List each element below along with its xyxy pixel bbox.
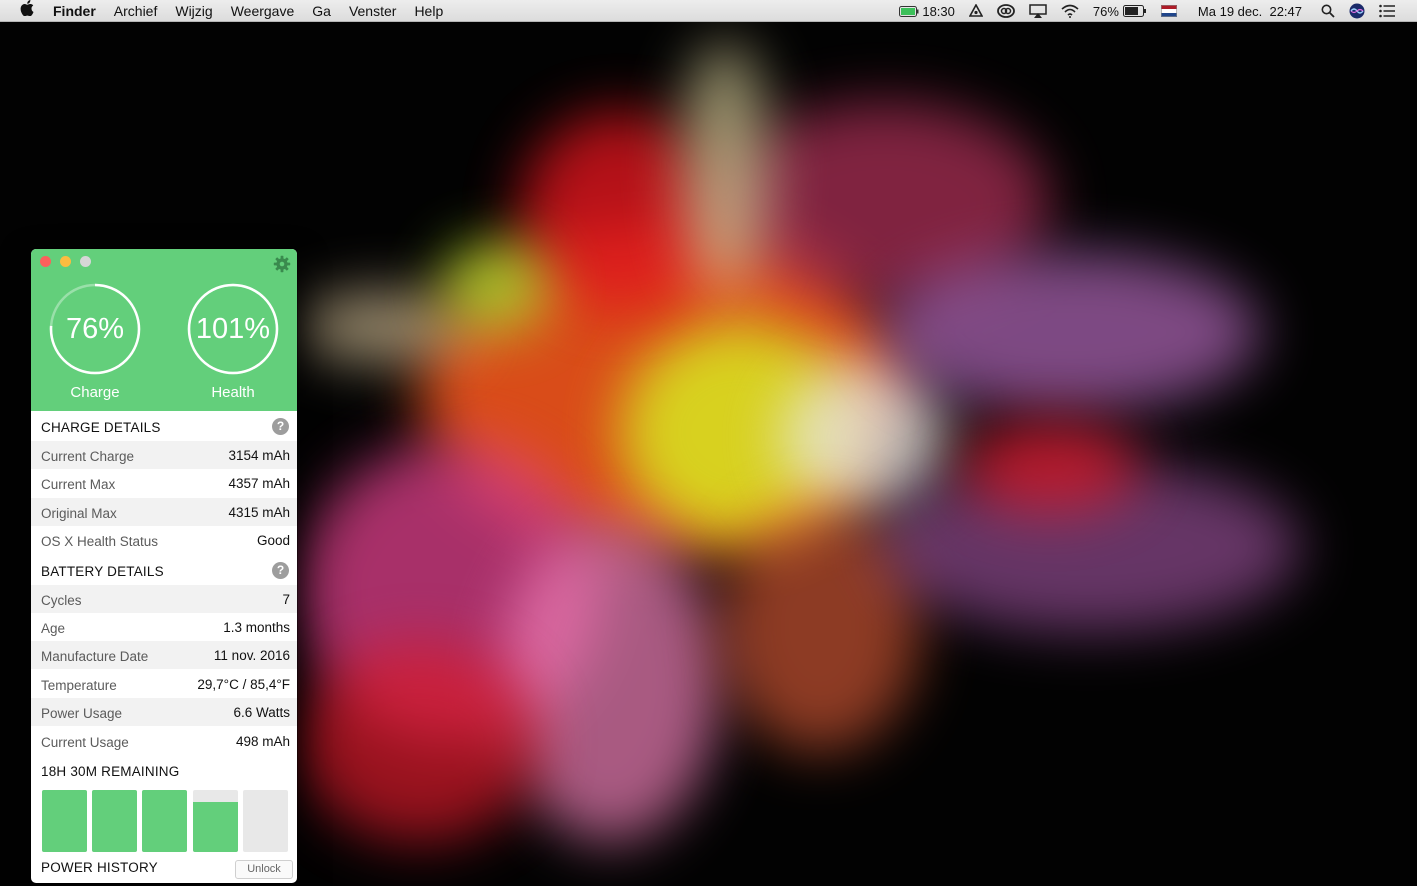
gear-icon[interactable] — [273, 255, 291, 278]
wifi-icon[interactable] — [1061, 0, 1079, 22]
detail-value: 29,7°C / 85,4°F — [197, 677, 290, 692]
bar-fill — [92, 790, 137, 852]
battery-app-window: 76% Charge 101% Health CHARGE DETAILS ? … — [31, 249, 297, 883]
remaining-title: 18H 30M REMAINING — [41, 764, 180, 779]
close-button[interactable] — [40, 256, 51, 267]
detail-row-power-usage: Power Usage 6.6 Watts — [31, 698, 297, 726]
minimize-button[interactable] — [60, 256, 71, 267]
detail-value: 4357 mAh — [228, 476, 290, 491]
charge-label: Charge — [70, 384, 120, 401]
notification-center-icon[interactable] — [1379, 0, 1395, 22]
help-icon[interactable]: ? — [272, 562, 289, 579]
detail-label: Manufacture Date — [41, 649, 149, 664]
detail-row-original-max: Original Max 4315 mAh — [31, 498, 297, 526]
menu-weergave[interactable]: Weergave — [222, 0, 304, 22]
menu-wijzig[interactable]: Wijzig — [166, 0, 221, 22]
battery-status[interactable]: 76% — [1093, 0, 1147, 22]
green-battery-icon — [899, 5, 919, 17]
window-header: 76% Charge 101% Health — [31, 249, 297, 411]
detail-value: 498 mAh — [235, 734, 290, 749]
remaining-header: 18H 30M REMAINING — [31, 757, 297, 785]
health-label: Health — [211, 384, 255, 401]
battery-details-title: BATTERY DETAILS — [41, 564, 164, 579]
health-value: 101% — [195, 313, 271, 345]
detail-label: Cycles — [41, 593, 82, 608]
battery-level-bar — [193, 790, 238, 852]
battery-widget-status[interactable]: 18:30 — [899, 0, 955, 22]
detail-row-manufacture-date: Manufacture Date 11 nov. 2016 — [31, 641, 297, 669]
menu-ga[interactable]: Ga — [303, 0, 340, 22]
menu-bar: Finder Archief Wijzig Weergave Ga Venste… — [0, 0, 1417, 22]
detail-value: 4315 mAh — [228, 505, 290, 520]
unlock-button[interactable]: Unlock — [235, 860, 293, 879]
battery-percent: 76% — [1092, 3, 1119, 19]
detail-value: 11 nov. 2016 — [213, 648, 290, 663]
menu-app-name[interactable]: Finder — [44, 0, 105, 22]
detail-value: 7 — [282, 592, 290, 607]
vpn-icon[interactable] — [968, 0, 983, 22]
battery-details-header: BATTERY DETAILS ? — [31, 557, 297, 585]
battery-icon — [1122, 5, 1146, 17]
battery-level-bar — [243, 790, 288, 852]
menu-venster[interactable]: Venster — [340, 0, 405, 22]
detail-label: Age — [41, 621, 66, 636]
input-source-flag-icon[interactable] — [1160, 0, 1177, 22]
siri-icon[interactable] — [1349, 0, 1365, 22]
clock[interactable]: Ma 19 dec. 22:47 — [1198, 0, 1302, 22]
spotlight-search-icon[interactable] — [1321, 0, 1335, 22]
detail-value: 1.3 months — [223, 620, 290, 635]
bar-fill — [193, 802, 238, 852]
detail-value: Good — [256, 533, 290, 548]
charge-details-title: CHARGE DETAILS — [41, 420, 161, 435]
detail-value: 3154 mAh — [228, 448, 290, 463]
bar-fill — [142, 790, 187, 852]
airplay-icon[interactable] — [1029, 0, 1047, 22]
detail-label: Temperature — [41, 678, 117, 693]
detail-label: Original Max — [41, 506, 117, 521]
help-icon[interactable]: ? — [272, 418, 289, 435]
detail-row-current-usage: Current Usage 498 mAh — [31, 727, 297, 755]
detail-label: Power Usage — [41, 706, 123, 721]
creative-cloud-icon[interactable] — [996, 0, 1015, 22]
zoom-button[interactable] — [80, 256, 91, 267]
detail-row-current-charge: Current Charge 3154 mAh — [31, 441, 297, 469]
detail-label: OS X Health Status — [41, 534, 159, 549]
battery-level-bar — [42, 790, 87, 852]
detail-label: Current Usage — [41, 735, 129, 750]
detail-label: Current Max — [41, 477, 116, 492]
charge-details-header: CHARGE DETAILS ? — [31, 413, 297, 441]
menu-archief[interactable]: Archief — [105, 0, 167, 22]
detail-value: 6.6 Watts — [233, 705, 290, 720]
detail-row-cycles: Cycles 7 — [31, 585, 297, 613]
detail-row-temperature: Temperature 29,7°C / 85,4°F — [31, 670, 297, 698]
detail-row-current-max: Current Max 4357 mAh — [31, 469, 297, 497]
menu-help[interactable]: Help — [405, 0, 452, 22]
detail-row-age: Age 1.3 months — [31, 613, 297, 641]
power-history-title: POWER HISTORY — [41, 860, 158, 875]
battery-level-bar — [92, 790, 137, 852]
apple-menu-icon[interactable] — [0, 0, 44, 22]
detail-label: Current Charge — [41, 449, 135, 464]
charge-value: 76% — [65, 313, 125, 345]
battery-level-bar — [142, 790, 187, 852]
detail-row-health-status: OS X Health Status Good — [31, 526, 297, 554]
battery-time: 18:30 — [922, 3, 955, 19]
bar-fill — [42, 790, 87, 852]
